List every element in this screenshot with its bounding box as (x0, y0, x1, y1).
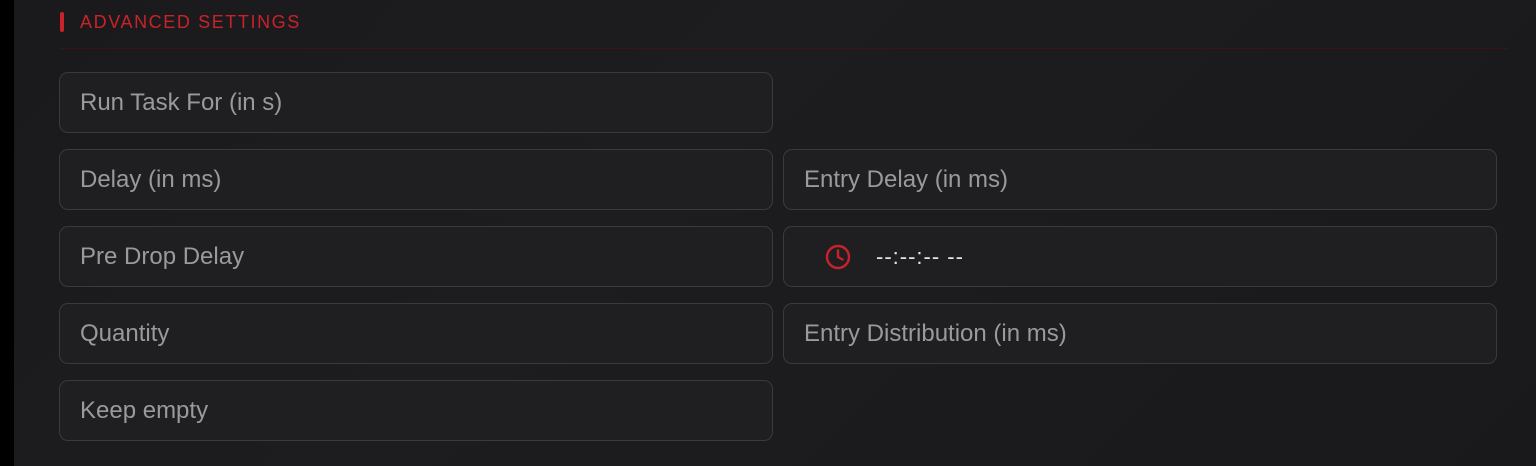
quantity-input[interactable] (60, 304, 772, 363)
entry-distribution-field[interactable] (783, 303, 1497, 364)
delay-input[interactable] (60, 150, 772, 209)
pre-drop-delay-field[interactable] (59, 226, 773, 287)
entry-distribution-input[interactable] (784, 304, 1496, 363)
accent-bar (60, 12, 64, 32)
clock-icon[interactable] (824, 243, 852, 271)
time-field[interactable]: --:--:-- -- (783, 226, 1497, 287)
section-title: ADVANCED SETTINGS (80, 11, 301, 32)
entry-delay-field[interactable] (783, 149, 1497, 210)
delay-field[interactable] (59, 149, 773, 210)
keep-empty-input[interactable] (60, 381, 772, 440)
run-task-for-input[interactable] (60, 73, 772, 132)
pre-drop-delay-input[interactable] (60, 227, 772, 286)
quantity-field[interactable] (59, 303, 773, 364)
section-header: ADVANCED SETTINGS (60, 10, 301, 34)
time-value[interactable]: --:--:-- -- (876, 244, 964, 270)
keep-empty-field[interactable] (59, 380, 773, 441)
entry-delay-input[interactable] (784, 150, 1496, 209)
advanced-settings-panel: ADVANCED SETTINGS --:--:-- -- (14, 0, 1536, 466)
section-divider (60, 48, 1508, 49)
run-task-for-field[interactable] (59, 72, 773, 133)
